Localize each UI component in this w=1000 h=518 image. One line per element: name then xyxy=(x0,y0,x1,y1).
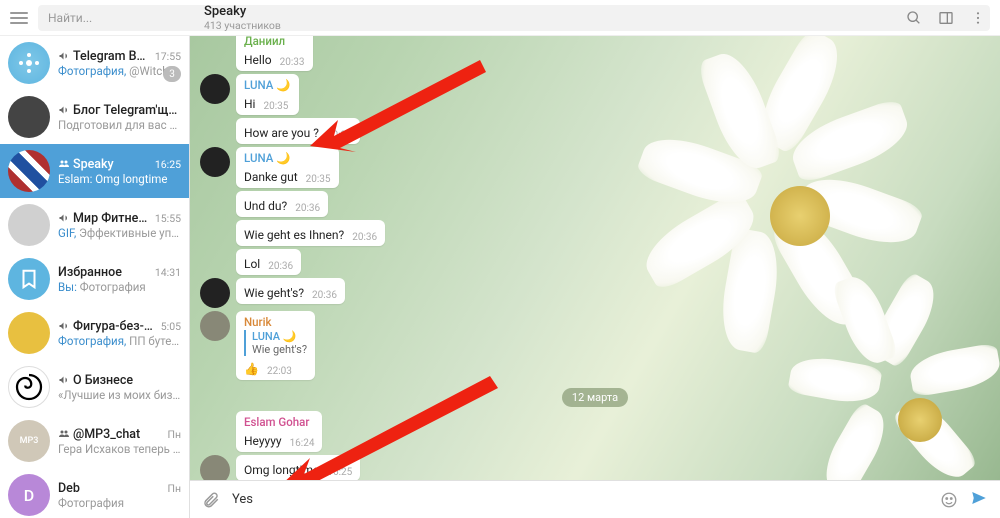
message-text: Wie geht es Ihnen? xyxy=(244,228,344,242)
attach-icon[interactable] xyxy=(202,491,220,509)
chat-item[interactable]: Telegram Baza17:55Фотография, @Witchers…… xyxy=(0,36,189,90)
message-row: Lol 20:36 xyxy=(200,249,990,275)
message-text: Hi xyxy=(244,97,255,111)
message-time: 20:33 xyxy=(280,57,305,68)
message-text: How are you ? xyxy=(244,126,319,140)
chat-item[interactable]: MP3@MP3_chatПнГера Исхаков теперь в груп… xyxy=(0,414,189,468)
date-divider: 12 марта xyxy=(562,388,628,407)
avatar[interactable] xyxy=(200,311,230,341)
sender-name[interactable]: Nurik xyxy=(244,315,307,329)
message-text: Und du? xyxy=(244,199,287,213)
chat-item[interactable]: О Бизнесе«Лучшие из моих бизнес и… xyxy=(0,360,189,414)
reply-quote[interactable]: LUNA 🌙Wie geht's? xyxy=(244,330,307,356)
message-time: 20:36 xyxy=(295,203,320,214)
chat-header[interactable]: Speaky 413 участников xyxy=(204,4,892,32)
message-row: Und du? 20:36 xyxy=(200,191,990,217)
message-text: Lol xyxy=(244,257,260,271)
menu-icon[interactable] xyxy=(10,9,28,27)
chat-item[interactable]: Speaky16:25Eslam: Omg longtime xyxy=(0,144,189,198)
annotation-arrow-bottom xyxy=(280,366,500,480)
more-icon[interactable] xyxy=(970,10,986,26)
message-text: Wie geht's? xyxy=(244,286,304,300)
sender-name[interactable]: LUNA 🌙 xyxy=(244,78,291,92)
send-icon[interactable] xyxy=(970,489,988,507)
avatar[interactable] xyxy=(200,74,230,104)
message-row: Wie geht's? 20:36 xyxy=(200,278,990,308)
panel-icon[interactable] xyxy=(938,10,954,26)
chat-item[interactable]: Избранное14:31Вы: Фотография xyxy=(0,252,189,306)
chat-title: Speaky xyxy=(204,4,892,19)
search-icon[interactable] xyxy=(906,10,922,26)
chat-item[interactable]: Блог Telegram'щ…Подготовил для вас кейс … xyxy=(0,90,189,144)
chat-item[interactable]: DDebПнФотография xyxy=(0,468,189,518)
emoji-icon[interactable] xyxy=(940,491,958,509)
message-text: Danke gut xyxy=(244,170,298,184)
avatar[interactable] xyxy=(200,278,230,308)
message-text: 👍 xyxy=(244,362,259,376)
message-row: Wie geht es Ihnen? 20:36 xyxy=(200,220,990,246)
message-text: Heyyyy xyxy=(244,434,282,448)
sender-name[interactable]: Даниил xyxy=(244,36,305,48)
avatar[interactable] xyxy=(200,455,230,480)
avatar[interactable] xyxy=(200,147,230,177)
chat-item[interactable]: Фигура-без-Перек…5:05Фотография, ПП буте… xyxy=(0,306,189,360)
message-time: 20:35 xyxy=(306,174,331,185)
message-input[interactable] xyxy=(232,492,928,507)
message-time: 20:36 xyxy=(312,290,337,301)
chat-subtitle: 413 участников xyxy=(204,19,892,32)
message-time: 20:36 xyxy=(352,232,377,243)
message-time: 20:35 xyxy=(263,101,288,112)
chat-list[interactable]: Telegram Baza17:55Фотография, @Witchers…… xyxy=(0,36,190,518)
chat-item[interactable]: Мир Фитнеса | Fi…15:55GIF, Эффективные у… xyxy=(0,198,189,252)
message-text: Hello xyxy=(244,53,272,67)
message-time: 20:36 xyxy=(268,261,293,272)
annotation-arrow-top xyxy=(310,46,490,166)
